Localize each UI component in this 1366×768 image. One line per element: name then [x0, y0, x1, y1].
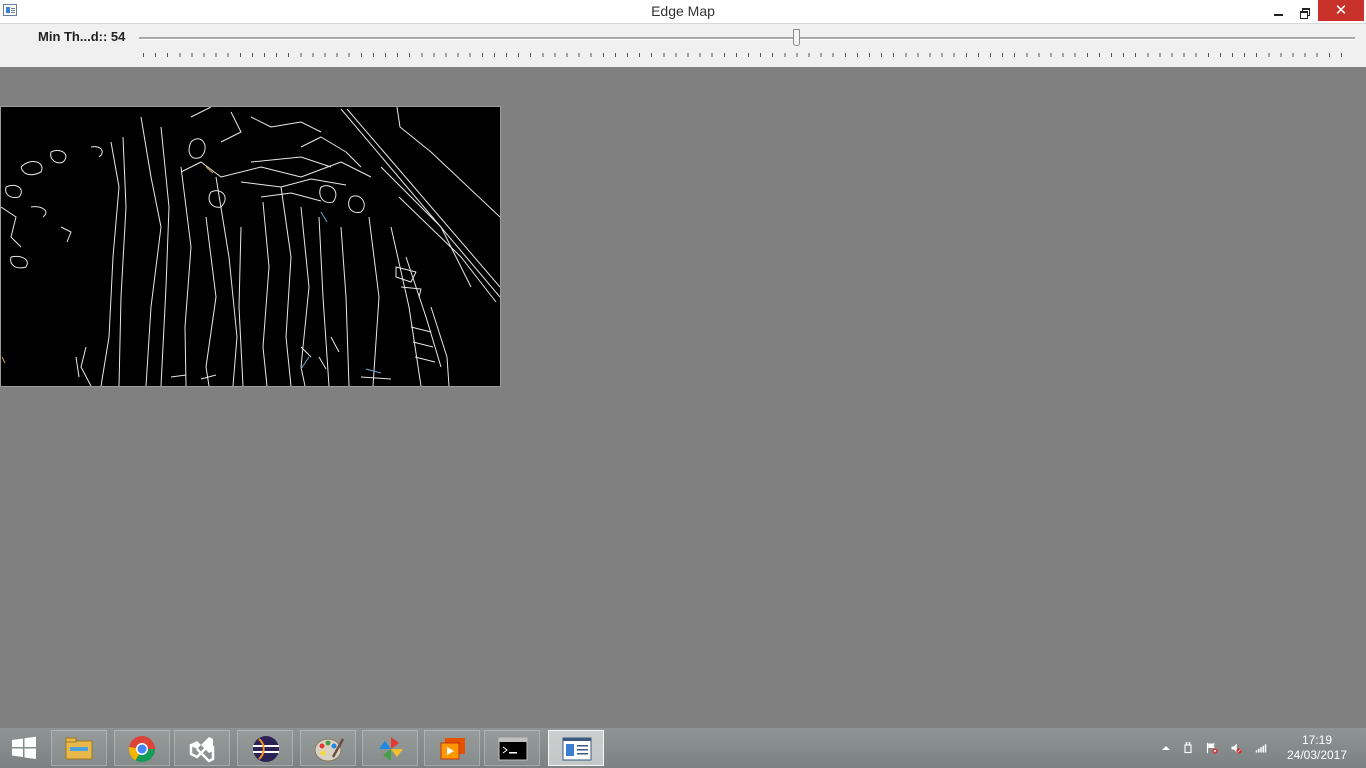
taskbar-app-file-explorer[interactable]: [51, 730, 107, 766]
taskbar-app-pinwheel[interactable]: [362, 730, 418, 766]
minimize-icon: [1273, 13, 1283, 16]
restore-icon: [1299, 7, 1310, 19]
network-disconnected-icon[interactable]: [1230, 741, 1242, 755]
title-bar: Edge Map ✕: [0, 0, 1366, 23]
window-title: Edge Map: [651, 3, 715, 19]
taskbar-app-eclipse[interactable]: [237, 730, 293, 766]
taskbar: 17:19 24/03/2017: [0, 728, 1366, 768]
clock[interactable]: 17:19 24/03/2017: [1282, 733, 1352, 763]
slider-thumb[interactable]: [792, 29, 800, 46]
show-hidden-icons-icon[interactable]: [1161, 744, 1171, 752]
close-icon: ✕: [1334, 2, 1348, 19]
restore-button[interactable]: [1287, 0, 1321, 21]
windows-logo-icon: [12, 736, 36, 759]
media-app-icon: [440, 738, 465, 760]
taskbar-app-media[interactable]: [424, 730, 480, 766]
taskbar-app-chrome[interactable]: [114, 730, 170, 766]
command-prompt-icon: [498, 737, 528, 761]
edge-lines: [1, 107, 500, 386]
slider-track[interactable]: [139, 37, 1355, 40]
visual-studio-icon: [189, 737, 215, 763]
signal-strength-icon[interactable]: [1255, 741, 1267, 755]
pinwheel-app-icon: [379, 737, 403, 761]
edge-map-window-icon: [562, 737, 592, 761]
taskbar-app-command-prompt[interactable]: [484, 730, 540, 766]
trackbar-panel: Min Th...d:: 54: [0, 23, 1366, 67]
close-button[interactable]: ✕: [1318, 0, 1364, 21]
taskbar-app-visual-studio[interactable]: [174, 730, 230, 766]
file-explorer-icon: [65, 737, 93, 760]
trackbar-label: Min Th...d:: 54: [38, 29, 126, 44]
edge-map-image: [0, 106, 501, 387]
paint-icon: [314, 738, 345, 762]
taskbar-app-edge-map[interactable]: [548, 730, 604, 766]
eclipse-icon: [253, 736, 279, 762]
slider-ticks: [143, 53, 1353, 57]
taskbar-app-paint[interactable]: [300, 730, 356, 766]
clock-date: 24/03/2017: [1286, 748, 1348, 762]
action-center-flag-icon[interactable]: [1206, 741, 1218, 755]
power-plug-icon[interactable]: [1182, 741, 1194, 755]
start-button[interactable]: [6, 734, 42, 762]
clock-time: 17:19: [1301, 733, 1333, 747]
chrome-icon: [128, 736, 156, 763]
